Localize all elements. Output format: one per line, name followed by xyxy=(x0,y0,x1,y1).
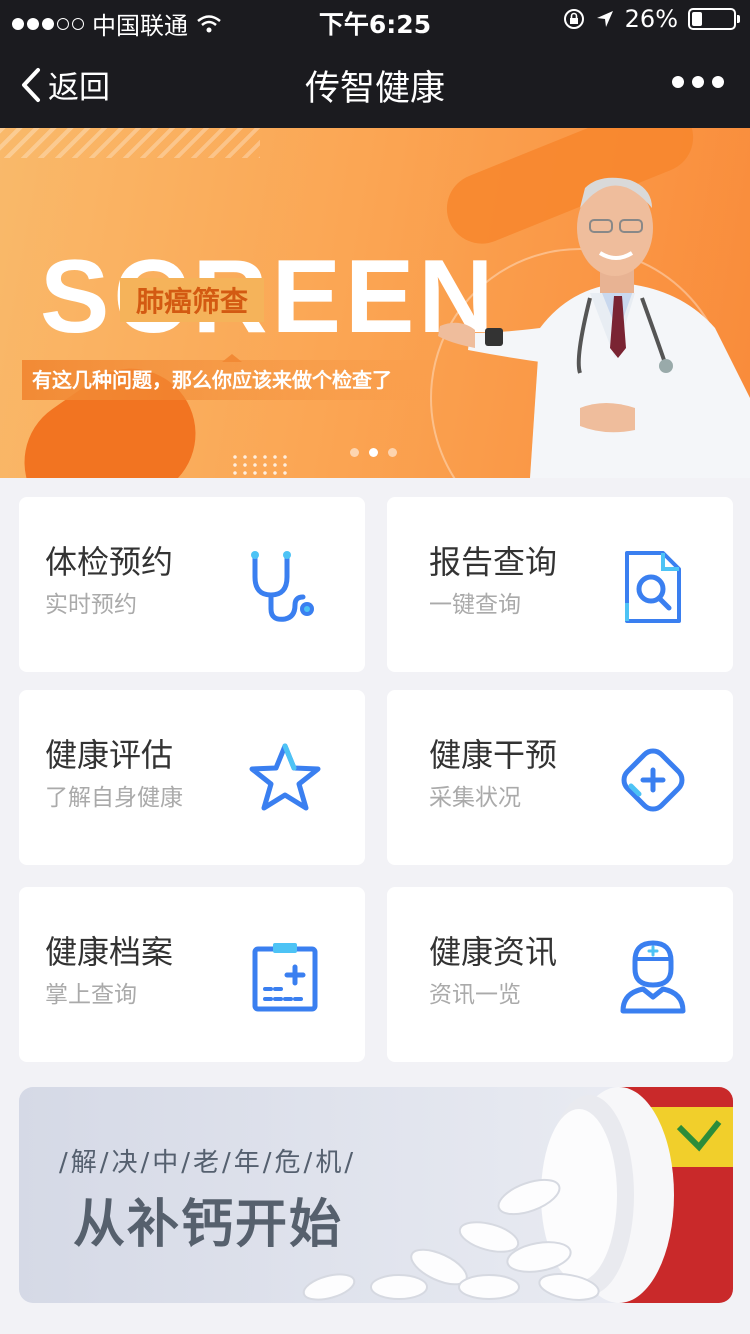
promo-title: 从补钙开始 xyxy=(73,1195,344,1255)
pager-dot-active[interactable] xyxy=(369,448,378,457)
card-subtitle: 掌上查询 xyxy=(45,982,137,1008)
card-title: 健康干预 xyxy=(429,736,558,774)
promo-banner[interactable]: /解/决/中/老/年/危/机/ 从补钙开始 xyxy=(19,1087,733,1303)
battery-icon xyxy=(688,8,740,30)
report-search-icon xyxy=(625,551,681,623)
service-card-health-intervention[interactable]: 健康干预 采集状况 xyxy=(387,690,733,865)
promo-subtitle: /解/决/中/老/年/危/机/ xyxy=(59,1148,357,1178)
card-subtitle: 实时预约 xyxy=(45,592,137,618)
page-title: 传智健康 xyxy=(304,69,445,109)
card-title: 报告查询 xyxy=(429,543,558,581)
card-subtitle: 资讯一览 xyxy=(429,982,521,1008)
card-subtitle: 采集状况 xyxy=(429,785,521,811)
service-card-health-news[interactable]: 健康资讯 资讯一览 xyxy=(387,887,733,1062)
hero-banner[interactable]: SCREEN 肺癌筛查 有这几种问题，那么你应该来做个检查了 xyxy=(0,128,750,478)
more-dot xyxy=(712,76,724,88)
calcium-pills-illustration xyxy=(302,1087,733,1303)
card-title: 健康评估 xyxy=(45,736,174,774)
more-dot xyxy=(672,76,684,88)
banner-big-text: SCREEN xyxy=(40,239,498,355)
nurse-icon xyxy=(620,940,686,1014)
banner-decoration xyxy=(230,453,292,477)
card-title: 健康档案 xyxy=(45,933,174,971)
location-arrow-icon xyxy=(596,11,613,27)
status-bar: 中国联通 下午6:25 26% xyxy=(0,0,750,40)
card-title: 体检预约 xyxy=(45,543,174,581)
rotation-lock-icon xyxy=(563,9,584,29)
banner-decoration xyxy=(0,128,260,158)
pager-dot[interactable] xyxy=(388,448,397,457)
more-button[interactable] xyxy=(672,76,724,88)
banner-pager xyxy=(350,448,397,457)
pager-dot[interactable] xyxy=(350,448,359,457)
banner-tag: 肺癌筛查 xyxy=(120,278,265,322)
service-card-report-query[interactable]: 报告查询 一键查询 xyxy=(387,497,733,672)
medical-record-icon xyxy=(252,943,318,1012)
doctor-illustration xyxy=(438,177,750,478)
stethoscope-icon xyxy=(251,551,314,622)
service-card-exam-booking[interactable]: 体检预约 实时预约 xyxy=(19,497,365,672)
plus-diamond-icon xyxy=(621,748,685,812)
nav-bar: 返回 传智健康 xyxy=(0,40,750,128)
banner-subtitle: 有这几种问题，那么你应该来做个检查了 xyxy=(22,360,442,400)
service-card-health-assessment[interactable]: 健康评估 了解自身健康 xyxy=(19,690,365,865)
service-card-health-records[interactable]: 健康档案 掌上查询 xyxy=(19,887,365,1062)
card-title: 健康资讯 xyxy=(429,933,558,971)
card-subtitle: 一键查询 xyxy=(429,592,521,618)
status-right: 26% xyxy=(563,5,740,33)
battery-percent: 26% xyxy=(624,5,678,33)
star-icon xyxy=(249,743,321,811)
more-dot xyxy=(692,76,704,88)
card-subtitle: 了解自身健康 xyxy=(45,785,183,811)
